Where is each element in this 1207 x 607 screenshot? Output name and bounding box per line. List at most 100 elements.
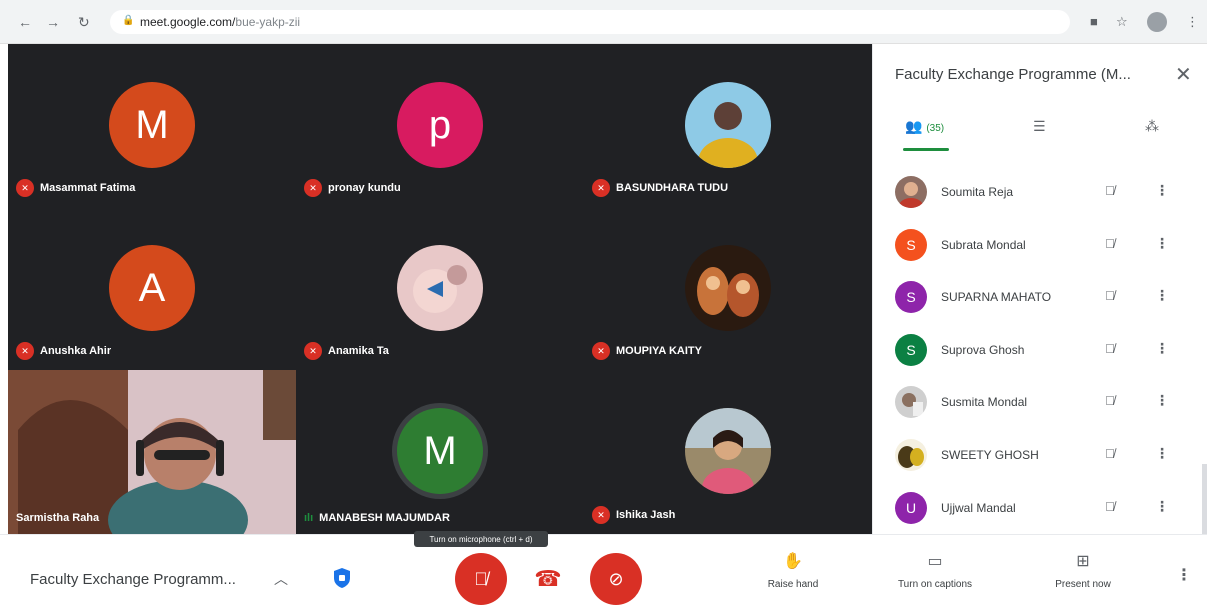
shield-icon[interactable]	[332, 567, 352, 589]
tab-people[interactable]: 👥 (35)	[905, 118, 944, 135]
more-options-icon[interactable]: ⋮	[1155, 445, 1169, 462]
list-item[interactable]: Susmita Mondal 🎙̸ ⋮	[873, 376, 1207, 429]
chat-icon: ☰	[1033, 118, 1046, 134]
avatar: p	[397, 82, 483, 168]
muted-mic-icon: 🎙̸	[1105, 393, 1115, 409]
avatar: S	[895, 333, 927, 366]
tab-activities[interactable]: ⁂	[1145, 118, 1159, 135]
more-options-icon[interactable]: ⋮	[1155, 235, 1169, 252]
participant-name: Soumita Reja	[941, 185, 1014, 199]
avatar: S	[895, 228, 927, 261]
more-options-icon[interactable]: ⋮	[1155, 498, 1169, 515]
camera-off-icon: ⊘	[608, 568, 624, 589]
participants-panel: Faculty Exchange Programme (M... ✕ 👥 (35…	[872, 44, 1207, 534]
captions-label: Turn on captions	[897, 579, 973, 590]
list-item[interactable]: S Suprova Ghosh 🎙̸ ⋮	[873, 324, 1207, 377]
present-icon: ⊞	[1076, 553, 1090, 570]
participant-name: SWEETY GHOSH	[941, 447, 1039, 462]
list-item[interactable]: U Ujjwal Mandal 🎙̸ ⋮	[873, 482, 1207, 534]
browser-menu-icon[interactable]: ⋮	[1186, 14, 1199, 30]
tab-chat[interactable]: ☰	[1033, 118, 1046, 135]
muted-mic-icon: 🎙̸	[1105, 288, 1115, 304]
chevron-up-icon[interactable]: ︿	[274, 569, 288, 589]
speaking-indicator-icon: ılı	[304, 512, 314, 524]
muted-mic-icon: ✕	[16, 179, 34, 197]
participant-tile[interactable]: A ✕ Anushka Ahir	[8, 207, 296, 370]
bookmark-star-icon[interactable]: ☆	[1116, 14, 1128, 30]
participant-name: Ishika Jash	[616, 509, 676, 521]
scrollbar[interactable]	[1202, 464, 1207, 534]
participant-video-tile[interactable]: Sarmistha Raha	[8, 370, 296, 534]
muted-mic-icon: 🎙̸	[1105, 498, 1115, 514]
list-item[interactable]: S SUPARNA MAHATO 🎙̸ ⋮	[873, 271, 1207, 324]
reload-icon[interactable]: ↻	[78, 14, 90, 31]
muted-mic-icon: 🎙̸	[1105, 235, 1115, 251]
more-options-icon[interactable]: ⋮	[1176, 565, 1192, 585]
present-label: Present now	[1055, 579, 1111, 590]
muted-mic-icon: ✕	[304, 179, 322, 197]
participant-name: Ujjwal Mandal	[941, 500, 1016, 515]
avatar	[397, 245, 483, 331]
avatar: M	[397, 408, 483, 494]
url-text: meet.google.com/bue-yakp-zii	[140, 15, 301, 29]
captions-button[interactable]: ▭ Turn on captions	[880, 551, 990, 590]
participant-name: Subrata Mondal	[941, 237, 1026, 252]
avatar	[685, 82, 771, 168]
list-item[interactable]: Soumita Reja 🎙̸ ⋮	[873, 166, 1207, 219]
participant-name: Anushka Ahir	[40, 345, 112, 357]
more-options-icon[interactable]: ⋮	[1155, 340, 1169, 357]
profile-avatar-icon[interactable]	[1147, 12, 1167, 32]
avatar	[685, 245, 771, 331]
meeting-title[interactable]: Faculty Exchange Programm...	[30, 571, 236, 588]
participant-name: MOUPIYA KAITY	[616, 345, 702, 357]
microphone-toggle-button[interactable]: 🎙̸	[455, 553, 507, 605]
active-tab-indicator	[903, 148, 949, 151]
participant-name: Anamika Ta	[328, 345, 389, 357]
present-now-button[interactable]: ⊞ Present now	[1028, 551, 1138, 590]
avatar: S	[895, 281, 927, 314]
participant-tile[interactable]: ✕ Ishika Jash	[584, 370, 872, 534]
avatar	[895, 438, 927, 471]
forward-icon[interactable]: →	[46, 14, 60, 30]
video-feed	[8, 370, 296, 534]
muted-mic-icon: 🎙̸	[1105, 183, 1115, 198]
participant-tile[interactable]: M ✕ Masammat Fatima	[8, 44, 296, 207]
mic-off-icon: 🎙̸	[474, 568, 488, 589]
muted-mic-icon: ✕	[592, 342, 610, 360]
raise-hand-label: Raise hand	[767, 579, 819, 590]
participant-list: Soumita Reja 🎙̸ ⋮ S Subrata Mondal 🎙̸ ⋮ …	[873, 166, 1207, 534]
participant-name: Suprova Ghosh	[941, 342, 1025, 357]
close-icon[interactable]: ✕	[1175, 62, 1192, 87]
participant-tile[interactable]: ✕ MOUPIYA KAITY	[584, 207, 872, 370]
activities-icon: ⁂	[1145, 118, 1159, 134]
list-item[interactable]: SWEETY GHOSH 🎙̸ ⋮	[873, 429, 1207, 482]
address-bar[interactable]: 🔒 meet.google.com/bue-yakp-zii	[110, 10, 1070, 34]
camera-permission-icon[interactable]: ■	[1090, 14, 1098, 29]
muted-mic-icon: 🎙̸	[1105, 445, 1115, 461]
participant-tile[interactable]: p ✕ pronay kundu	[296, 44, 584, 207]
panel-title: Faculty Exchange Programme (M...	[895, 66, 1131, 83]
more-options-icon[interactable]: ⋮	[1155, 392, 1169, 409]
more-options-icon[interactable]: ⋮	[1155, 287, 1169, 304]
mic-tooltip: Turn on microphone (ctrl + d)	[414, 531, 548, 547]
back-icon[interactable]: ←	[18, 14, 32, 30]
leave-call-button[interactable]: ☎	[522, 553, 574, 605]
more-options-icon[interactable]: ⋮	[1155, 182, 1169, 199]
avatar: A	[109, 245, 195, 331]
participant-name: Masammat Fatima	[40, 182, 136, 194]
browser-toolbar: ← → ↻ 🔒 meet.google.com/bue-yakp-zii ■ ☆…	[0, 0, 1207, 44]
list-item[interactable]: S Subrata Mondal 🎙̸ ⋮	[873, 219, 1207, 272]
muted-mic-icon: 🎙̸	[1105, 340, 1115, 356]
raise-hand-button[interactable]: ✋ Raise hand	[738, 551, 848, 590]
participant-tile[interactable]: ✕ BASUNDHARA TUDU	[584, 44, 872, 207]
participant-name: Sarmistha Raha	[16, 512, 100, 524]
muted-mic-icon: ✕	[16, 342, 34, 360]
participant-name: BASUNDHARA TUDU	[616, 182, 729, 194]
muted-mic-icon: ✕	[592, 179, 610, 197]
captions-icon: ▭	[927, 553, 943, 570]
avatar: U	[895, 491, 927, 524]
participant-tile[interactable]: M ılı MANABESH MAJUMDAR	[296, 370, 584, 534]
participant-tile[interactable]: ✕ Anamika Ta	[296, 207, 584, 370]
camera-toggle-button[interactable]: ⊘	[590, 553, 642, 605]
participant-name: pronay kundu	[328, 182, 401, 194]
